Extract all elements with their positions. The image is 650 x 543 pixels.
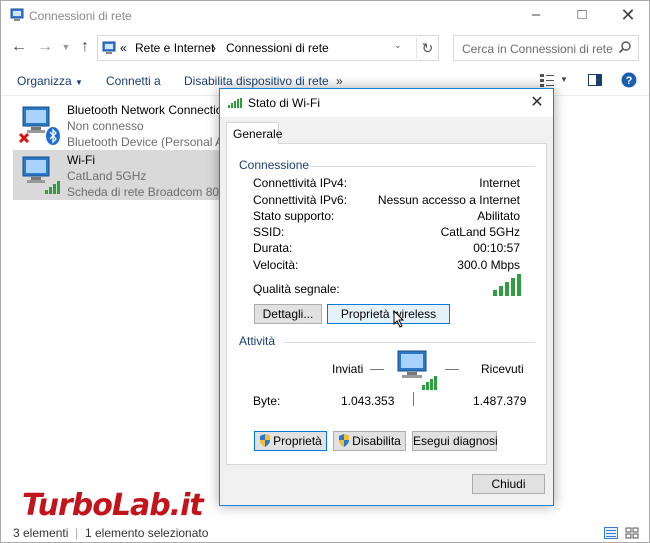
bytes-sent-value: 1.043.353 bbox=[341, 394, 395, 408]
connect-button[interactable]: Connetti a bbox=[106, 74, 161, 88]
uac-shield-icon bbox=[339, 434, 350, 447]
breadcrumb-separator: « bbox=[120, 41, 127, 55]
group-divider bbox=[283, 342, 535, 343]
up-arrow-icon[interactable]: ↑ bbox=[76, 39, 94, 57]
ipv4-value: Internet bbox=[479, 176, 520, 190]
ipv4-label: Connettività IPv4: bbox=[253, 176, 348, 190]
item-device: Bluetooth Device (Personal Area bbox=[67, 135, 241, 149]
breadcrumb-arrow[interactable]: › bbox=[212, 41, 216, 55]
sent-label: Inviati bbox=[332, 362, 364, 376]
properties-button[interactable]: Proprietà bbox=[254, 431, 327, 451]
diagnose-button[interactable]: Esegui diagnosi bbox=[412, 431, 498, 451]
ipv6-value: Nessun accesso a Internet bbox=[377, 193, 520, 207]
connection-group-label: Connessione bbox=[239, 158, 310, 172]
status-divider: | bbox=[75, 526, 79, 540]
bytes-received-value: 1.487.379 bbox=[473, 394, 527, 408]
close-button[interactable]: Chiudi bbox=[472, 474, 545, 494]
dialog-close-icon[interactable]: ✕ bbox=[525, 91, 549, 115]
properties-label: Proprietà bbox=[273, 434, 322, 448]
organize-menu[interactable]: Organizza ▼ bbox=[17, 74, 83, 88]
search-placeholder: Cerca in Connessioni di rete bbox=[462, 42, 613, 56]
bytes-divider bbox=[413, 392, 414, 406]
address-dropdown-icon[interactable]: ⌄ bbox=[394, 40, 408, 51]
selected-count: 1 elemento selezionato bbox=[85, 526, 209, 540]
activity-group-label: Attività bbox=[239, 334, 276, 348]
disable-button[interactable]: Disabilita bbox=[333, 431, 406, 451]
media-state-label: Stato supporto: bbox=[253, 209, 335, 223]
view-dropdown-icon[interactable]: ▼ bbox=[560, 75, 568, 84]
refresh-icon[interactable]: ↻ bbox=[416, 37, 438, 59]
network-activity-icon bbox=[397, 350, 437, 390]
wifi-adapter-icon bbox=[22, 156, 60, 194]
item-name: Bluetooth Network Connection bbox=[67, 103, 230, 117]
forward-arrow-icon[interactable]: → bbox=[36, 39, 54, 57]
maximize-button[interactable]: □ bbox=[559, 1, 605, 31]
sent-line bbox=[370, 369, 384, 370]
close-window-button[interactable]: ✕ bbox=[605, 1, 650, 31]
ssid-value: CatLand 5GHz bbox=[440, 225, 520, 239]
breadcrumb-rete-internet[interactable]: Rete e Internet bbox=[135, 41, 214, 55]
list-item-bluetooth[interactable]: Bluetooth Network Connection Non conness… bbox=[13, 100, 240, 150]
dialog-titlebar: Stato di Wi-Fi ✕ bbox=[220, 89, 553, 117]
list-item-wifi[interactable]: Wi-Fi CatLand 5GHz Scheda di rete Broadc… bbox=[13, 150, 242, 200]
network-folder-icon bbox=[10, 8, 24, 21]
breadcrumb-connessioni[interactable]: Connessioni di rete bbox=[226, 41, 329, 55]
svg-text:?: ? bbox=[626, 75, 633, 87]
explorer-titlebar: Connessioni di rete – □ ✕ bbox=[1, 1, 649, 31]
search-icon bbox=[618, 41, 631, 54]
bytes-label: Byte: bbox=[253, 394, 281, 408]
preview-pane-icon[interactable] bbox=[587, 72, 603, 88]
signal-quality-label: Qualità segnale: bbox=[253, 282, 340, 296]
navigation-bar: ← → ▼ ↑ « Rete e Internet › Connessioni … bbox=[1, 32, 649, 64]
help-icon[interactable]: ? bbox=[621, 72, 637, 88]
disable-device-button[interactable]: Disabilita dispositivo di rete bbox=[184, 74, 329, 88]
speed-label: Velocità: bbox=[253, 258, 299, 272]
status-bar: 3 elementi | 1 elemento selezionato bbox=[1, 522, 649, 543]
organize-label: Organizza bbox=[17, 74, 72, 88]
view-options-icon[interactable] bbox=[539, 72, 555, 88]
minimize-button[interactable]: – bbox=[513, 1, 559, 31]
ipv6-label: Connettività IPv6: bbox=[253, 193, 348, 207]
speed-value: 300.0 Mbps bbox=[457, 258, 520, 272]
duration-value: 00:10:57 bbox=[473, 241, 520, 255]
item-device: Scheda di rete Broadcom 802.11 bbox=[67, 185, 242, 199]
wifi-status-dialog: Stato di Wi-Fi ✕ Generale Connessione Co… bbox=[219, 88, 554, 506]
search-box[interactable]: Cerca in Connessioni di rete bbox=[453, 35, 639, 61]
uac-shield-icon bbox=[260, 434, 271, 447]
network-folder-icon bbox=[102, 41, 116, 54]
signal-icon bbox=[228, 98, 242, 108]
item-status: CatLand 5GHz bbox=[67, 169, 147, 183]
item-count: 3 elementi bbox=[13, 526, 69, 540]
duration-label: Durata: bbox=[253, 241, 293, 255]
window-title: Connessioni di rete bbox=[29, 9, 132, 23]
wireless-properties-button[interactable]: Proprietà wireless bbox=[327, 304, 450, 324]
back-arrow-icon[interactable]: ← bbox=[10, 39, 28, 57]
chevron-down-icon: ▼ bbox=[75, 78, 83, 87]
signal-strength-icon bbox=[493, 274, 521, 296]
large-icons-view-icon[interactable] bbox=[625, 527, 639, 539]
item-name: Wi-Fi bbox=[67, 153, 95, 167]
dialog-title: Stato di Wi-Fi bbox=[248, 96, 321, 110]
bluetooth-adapter-icon bbox=[18, 106, 60, 145]
received-label: Ricevuti bbox=[481, 362, 524, 376]
ssid-label: SSID: bbox=[253, 225, 285, 239]
details-view-icon[interactable] bbox=[604, 527, 618, 539]
recent-dropdown-icon[interactable]: ▼ bbox=[57, 39, 75, 57]
disable-label: Disabilita bbox=[352, 434, 401, 448]
group-divider bbox=[309, 166, 535, 167]
tab-panel: Connessione Connettività IPv4: Internet … bbox=[226, 143, 547, 465]
item-status: Non connesso bbox=[67, 119, 144, 133]
more-commands-button[interactable]: » bbox=[336, 74, 343, 88]
details-button[interactable]: Dettagli... bbox=[254, 304, 322, 324]
mouse-cursor-icon bbox=[393, 310, 405, 328]
received-line bbox=[445, 369, 459, 370]
address-bar[interactable]: « Rete e Internet › Connessioni di rete … bbox=[97, 35, 439, 61]
tab-generale[interactable]: Generale bbox=[226, 122, 282, 144]
media-state-value: Abilitato bbox=[477, 209, 520, 223]
turbolab-watermark: TurboLab.it bbox=[22, 488, 204, 523]
